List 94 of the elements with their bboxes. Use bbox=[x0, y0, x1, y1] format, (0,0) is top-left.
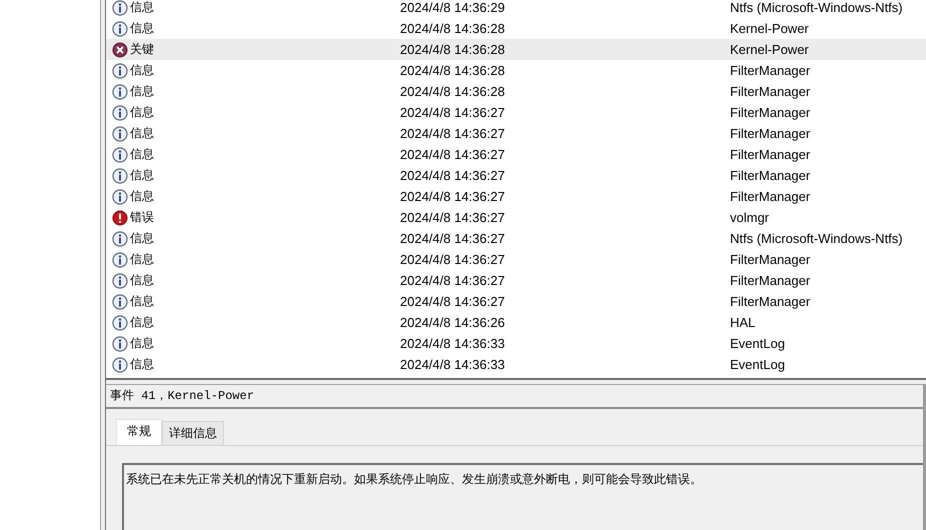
date-cell-text: 2024/4/8 14:36:28 bbox=[400, 42, 506, 57]
date-cell-text: 2024/4/8 14:36:33 bbox=[400, 357, 506, 372]
event-title: 事件 41，Kernel-Power bbox=[106, 385, 923, 409]
tab[interactable]: 常规 bbox=[116, 419, 162, 445]
info-icon bbox=[112, 20, 128, 36]
source-cell: FilterManager bbox=[730, 126, 810, 141]
event-row[interactable]: 信息 2024/4/8 14:36:28 FilterManager bbox=[106, 81, 926, 102]
source-cell: Ntfs (Microsoft-Windows-Ntfs) bbox=[730, 0, 903, 15]
info-icon bbox=[112, 230, 128, 246]
source-cell: FilterManager bbox=[730, 168, 810, 183]
source-cell: HAL bbox=[730, 315, 756, 330]
description-text: 系统已在未先正常关机的情况下重新启动。如果系统停止响应、发生崩溃或意外断电，则可能会导致此错误。 bbox=[126, 472, 702, 486]
date-cell-text: 2024/4/8 14:36:27 bbox=[400, 210, 506, 225]
event-row[interactable]: 信息 2024/4/8 14:36:27 FilterManager bbox=[106, 102, 926, 123]
info-icon bbox=[112, 168, 128, 184]
event-row[interactable]: 信息 2024/4/8 14:36:26 HAL bbox=[106, 312, 926, 333]
tab[interactable]: 详细信息 bbox=[162, 421, 224, 445]
source-cell: Kernel-Power bbox=[730, 21, 809, 36]
level-cell: 信息 bbox=[130, 251, 154, 268]
event-row[interactable]: 信息 2024/4/8 14:36:28 Kernel-Power bbox=[106, 18, 926, 39]
info-icon bbox=[112, 84, 128, 100]
info-icon bbox=[112, 104, 128, 120]
date-cell-text: 2024/4/8 14:36:28 bbox=[400, 21, 506, 36]
level-cell: 信息 bbox=[130, 125, 154, 142]
level-cell: 信息 bbox=[130, 62, 154, 79]
date-cell-text: 2024/4/8 14:36:27 bbox=[400, 231, 506, 246]
info-icon bbox=[112, 252, 128, 268]
info-icon bbox=[112, 62, 128, 78]
source-cell: Ntfs (Microsoft-Windows-Ntfs) bbox=[730, 231, 903, 246]
level-cell: 信息 bbox=[130, 146, 154, 163]
date-cell-text: 2024/4/8 14:36:27 bbox=[400, 168, 506, 183]
critical-icon bbox=[112, 42, 128, 58]
info-icon bbox=[112, 126, 128, 142]
level-cell: 关键 bbox=[130, 41, 154, 58]
event-row[interactable]: 信息 2024/4/8 14:36:27 FilterManager bbox=[106, 291, 926, 312]
level-cell: 信息 bbox=[130, 335, 154, 352]
level-cell: 信息 bbox=[130, 20, 154, 37]
level-cell: 信息 bbox=[130, 167, 154, 184]
level-cell: 信息 bbox=[130, 272, 154, 289]
info-icon bbox=[112, 314, 128, 330]
event-row[interactable]: 错误 2024/4/8 14:36:27 volmgr bbox=[106, 207, 926, 228]
level-cell: 信息 bbox=[130, 314, 154, 331]
event-row[interactable]: 信息 2024/4/8 14:36:33 EventLog bbox=[106, 333, 926, 354]
source-cell: FilterManager bbox=[730, 252, 810, 267]
date-cell-text: 2024/4/8 14:36:33 bbox=[400, 336, 506, 351]
info-icon bbox=[112, 356, 128, 372]
error-icon bbox=[112, 210, 128, 226]
info-icon bbox=[112, 188, 128, 204]
date-cell-text: 2024/4/8 14:36:27 bbox=[400, 126, 506, 141]
event-row[interactable]: 信息 2024/4/8 14:36:29 Ntfs (Microsoft-Windows-Ntfs) bbox=[106, 0, 926, 18]
source-cell: volmgr bbox=[730, 210, 770, 225]
info-icon bbox=[112, 336, 128, 352]
date-cell-text: 2024/4/8 14:36:27 bbox=[400, 294, 506, 309]
level-cell: 信息 bbox=[130, 293, 154, 310]
date-cell-text: 2024/4/8 14:36:27 bbox=[400, 252, 506, 267]
source-cell: EventLog bbox=[730, 336, 785, 351]
info-icon bbox=[112, 294, 128, 310]
level-cell: 信息 bbox=[130, 104, 154, 121]
event-row[interactable]: 信息 2024/4/8 14:36:27 FilterManager bbox=[106, 165, 926, 186]
event-row[interactable]: 信息 2024/4/8 14:36:27 FilterManager bbox=[106, 249, 926, 270]
level-cell: 信息 bbox=[130, 188, 154, 205]
event-row[interactable]: 信息 2024/4/8 14:36:33 EventLog bbox=[106, 354, 926, 375]
event-row[interactable]: 信息 2024/4/8 14:36:27 FilterManager bbox=[106, 270, 926, 291]
info-icon bbox=[112, 272, 128, 288]
source-cell: FilterManager bbox=[730, 147, 810, 162]
source-cell: Kernel-Power bbox=[730, 42, 809, 57]
source-cell: FilterManager bbox=[730, 189, 810, 204]
source-cell: FilterManager bbox=[730, 105, 810, 120]
event-row[interactable]: 信息 2024/4/8 14:36:28 FilterManager bbox=[106, 60, 926, 81]
level-cell: 信息 bbox=[130, 356, 154, 373]
event-row[interactable]: 信息 2024/4/8 14:36:27 FilterManager bbox=[106, 144, 926, 165]
date-cell-text: 2024/4/8 14:36:27 bbox=[400, 273, 506, 288]
date-cell-text: 2024/4/8 14:36:27 bbox=[400, 147, 506, 162]
date-cell-text: 2024/4/8 14:36:29 bbox=[400, 0, 506, 15]
info-icon bbox=[112, 146, 128, 162]
date-cell-text: 2024/4/8 14:36:28 bbox=[400, 84, 506, 99]
date-cell-text: 2024/4/8 14:36:27 bbox=[400, 189, 506, 204]
event-row[interactable]: 信息 2024/4/8 14:36:27 Ntfs (Microsoft-Windows-Ntfs) bbox=[106, 228, 926, 249]
date-cell-text: 2024/4/8 14:36:26 bbox=[400, 315, 506, 330]
level-cell: 信息 bbox=[130, 83, 154, 100]
source-cell: FilterManager bbox=[730, 63, 810, 78]
source-cell: FilterManager bbox=[730, 294, 810, 309]
event-row[interactable]: 信息 2024/4/8 14:36:27 FilterManager bbox=[106, 123, 926, 144]
source-cell: FilterManager bbox=[730, 273, 810, 288]
source-cell: FilterManager bbox=[730, 84, 810, 99]
date-cell-text: 2024/4/8 14:36:27 bbox=[400, 105, 506, 120]
date-cell-text: 2024/4/8 14:36:28 bbox=[400, 63, 506, 78]
level-cell: 信息 bbox=[130, 0, 154, 16]
level-cell: 信息 bbox=[130, 230, 154, 247]
event-row[interactable]: 关键 2024/4/8 14:36:28 Kernel-Power bbox=[106, 39, 926, 60]
event-row[interactable]: 信息 2024/4/8 14:36:27 FilterManager bbox=[106, 186, 926, 207]
level-cell: 错误 bbox=[130, 209, 154, 226]
source-cell: EventLog bbox=[730, 357, 785, 372]
info-icon bbox=[112, 0, 128, 16]
